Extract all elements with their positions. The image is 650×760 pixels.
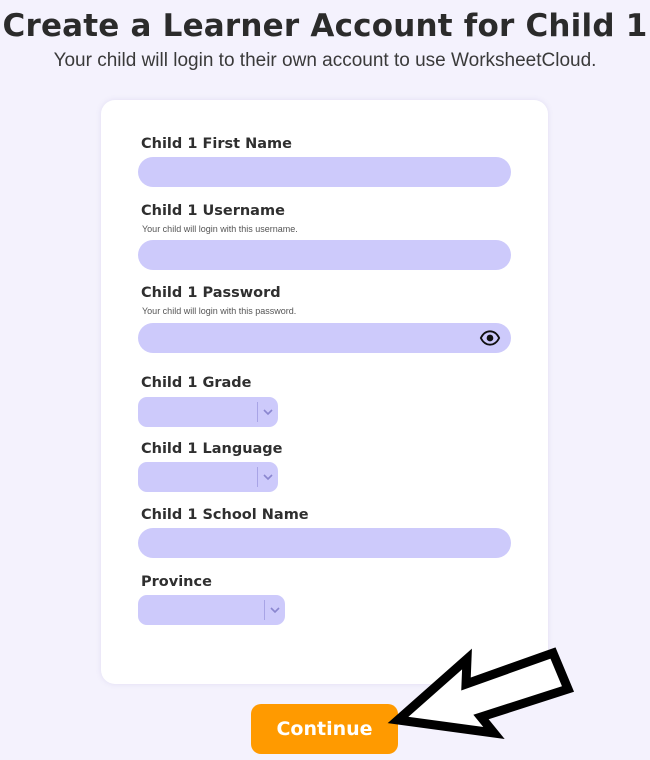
province-select[interactable] <box>138 595 285 625</box>
learner-account-form: Child 1 First Name Child 1 Username Your… <box>101 100 548 684</box>
username-hint: Your child will login with this username… <box>142 224 298 234</box>
continue-button[interactable]: Continue <box>251 704 398 754</box>
page-subtitle: Your child will login to their own accou… <box>53 50 597 71</box>
grade-label: Child 1 Grade <box>141 375 252 391</box>
language-select-separator <box>257 467 258 487</box>
chevron-down-icon <box>263 474 273 481</box>
chevron-down-icon <box>263 409 273 416</box>
username-label: Child 1 Username <box>141 203 285 219</box>
password-hint: Your child will login with this password… <box>142 306 297 316</box>
school-name-label: Child 1 School Name <box>141 507 309 523</box>
grade-select[interactable] <box>138 397 278 427</box>
first-name-label: Child 1 First Name <box>141 136 292 152</box>
language-label: Child 1 Language <box>141 441 283 457</box>
password-field-wrapper <box>138 323 511 353</box>
school-name-field[interactable] <box>138 528 511 558</box>
page-title: Create a Learner Account for Child 1 <box>2 8 648 44</box>
chevron-down-icon <box>270 607 280 614</box>
password-field[interactable] <box>138 323 511 353</box>
language-select[interactable] <box>138 462 278 492</box>
province-label: Province <box>141 574 212 590</box>
province-select-separator <box>264 600 265 620</box>
pointer-arrow-icon <box>387 647 575 739</box>
password-label: Child 1 Password <box>141 285 281 301</box>
first-name-field[interactable] <box>138 157 511 187</box>
eye-icon[interactable] <box>479 328 501 348</box>
username-field[interactable] <box>138 240 511 270</box>
grade-select-separator <box>257 402 258 422</box>
